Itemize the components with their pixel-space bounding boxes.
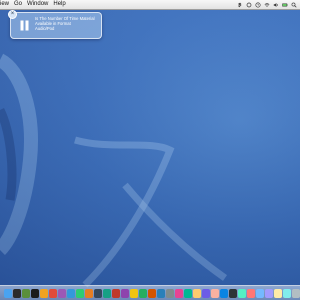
finder-icon[interactable] xyxy=(4,288,12,298)
app-icon-16[interactable] xyxy=(148,288,156,298)
app-icon-28[interactable] xyxy=(256,288,264,298)
app-icon-9[interactable] xyxy=(85,288,93,298)
app-icon-5[interactable] xyxy=(49,288,57,298)
app-icon-31[interactable] xyxy=(283,288,291,298)
app-icon-29[interactable] xyxy=(265,288,273,298)
app-icon-8[interactable] xyxy=(76,288,84,298)
menu-view[interactable]: iew xyxy=(0,0,9,9)
clock-icon[interactable] xyxy=(255,1,261,8)
growl-notification[interactable]: × Is The Number Of Time Material Availab… xyxy=(8,10,102,39)
volume-icon[interactable] xyxy=(273,2,279,8)
menu-bar: iew Go Window Help xyxy=(0,0,300,10)
bluetooth-icon[interactable] xyxy=(237,2,243,8)
dashboard-icon[interactable] xyxy=(13,288,21,298)
notification-text: Is The Number Of Time Material Available… xyxy=(35,16,99,32)
app-icon-25[interactable] xyxy=(229,288,237,298)
notification-line-3: Audio/Pod xyxy=(35,26,55,32)
app-icon-2[interactable] xyxy=(22,288,30,298)
app-icon-7[interactable] xyxy=(67,288,75,298)
dock-items xyxy=(0,288,300,298)
app-icon-19[interactable] xyxy=(175,288,183,298)
app-icon-30[interactable] xyxy=(274,288,282,298)
pause-icon xyxy=(20,20,29,31)
sync-icon[interactable] xyxy=(246,2,252,8)
app-icon-23[interactable] xyxy=(211,288,219,298)
app-icon-13[interactable] xyxy=(121,288,129,298)
app-icon-21[interactable] xyxy=(193,288,201,298)
app-icon-32[interactable] xyxy=(292,288,300,298)
app-icon-6[interactable] xyxy=(58,288,66,298)
desktop xyxy=(0,0,300,300)
menu-go[interactable]: Go xyxy=(14,0,22,9)
app-icon-20[interactable] xyxy=(184,288,192,298)
app-icon-26[interactable] xyxy=(238,288,246,298)
menu-help[interactable]: Help xyxy=(53,0,65,9)
app-icon-12[interactable] xyxy=(112,288,120,298)
wifi-icon[interactable] xyxy=(264,2,270,8)
spotlight-search-icon[interactable] xyxy=(291,2,297,8)
app-icon-22[interactable] xyxy=(202,288,210,298)
app-icon-18[interactable] xyxy=(166,288,174,298)
app-icon-10[interactable] xyxy=(94,288,102,298)
app-icon-15[interactable] xyxy=(139,288,147,298)
menu-window[interactable]: Window xyxy=(27,0,48,9)
app-icon-3[interactable] xyxy=(31,288,39,298)
dock xyxy=(0,285,300,300)
notification-close-button[interactable]: × xyxy=(8,10,17,19)
wallpaper-x-glyph xyxy=(0,53,228,288)
app-icon-11[interactable] xyxy=(103,288,111,298)
app-icon-4[interactable] xyxy=(40,288,48,298)
app-icon-27[interactable] xyxy=(247,288,255,298)
app-icon-17[interactable] xyxy=(157,288,165,298)
app-icon-14[interactable] xyxy=(130,288,138,298)
battery-icon[interactable] xyxy=(282,2,288,8)
menu-extras xyxy=(237,1,300,8)
app-icon-24[interactable] xyxy=(220,288,228,298)
menu-bar-items: iew Go Window Help xyxy=(0,0,66,9)
